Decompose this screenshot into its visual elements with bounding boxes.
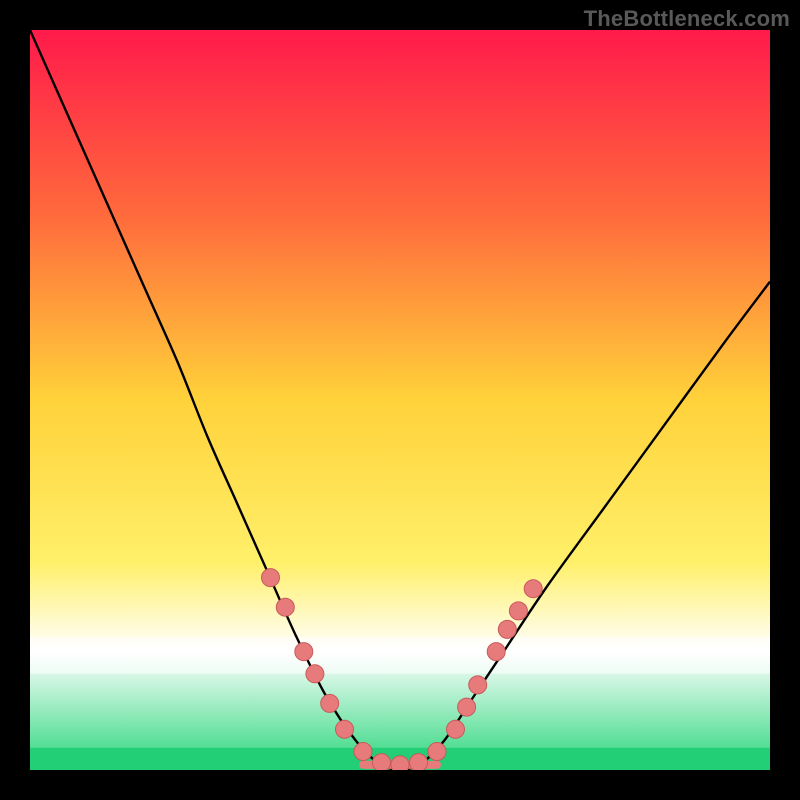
- curve-marker: [306, 665, 324, 683]
- curve-marker: [524, 580, 542, 598]
- curve-marker: [498, 620, 516, 638]
- curve-marker: [469, 676, 487, 694]
- curve-marker: [391, 756, 409, 770]
- curve-marker: [262, 569, 280, 587]
- curve-marker: [509, 602, 527, 620]
- curve-marker: [336, 720, 354, 738]
- curve-marker: [447, 720, 465, 738]
- curve-marker: [458, 698, 476, 716]
- white-band: [30, 637, 770, 674]
- curve-marker: [373, 754, 391, 770]
- watermark-label: TheBottleneck.com: [584, 6, 790, 32]
- curve-marker: [354, 743, 372, 761]
- curve-marker: [410, 754, 428, 770]
- curve-marker: [276, 598, 294, 616]
- curve-marker: [295, 643, 313, 661]
- chart-frame: TheBottleneck.com: [0, 0, 800, 800]
- curve-marker: [487, 643, 505, 661]
- bottleneck-chart: [30, 30, 770, 770]
- plot-area: [30, 30, 770, 770]
- curve-marker: [428, 743, 446, 761]
- curve-marker: [321, 694, 339, 712]
